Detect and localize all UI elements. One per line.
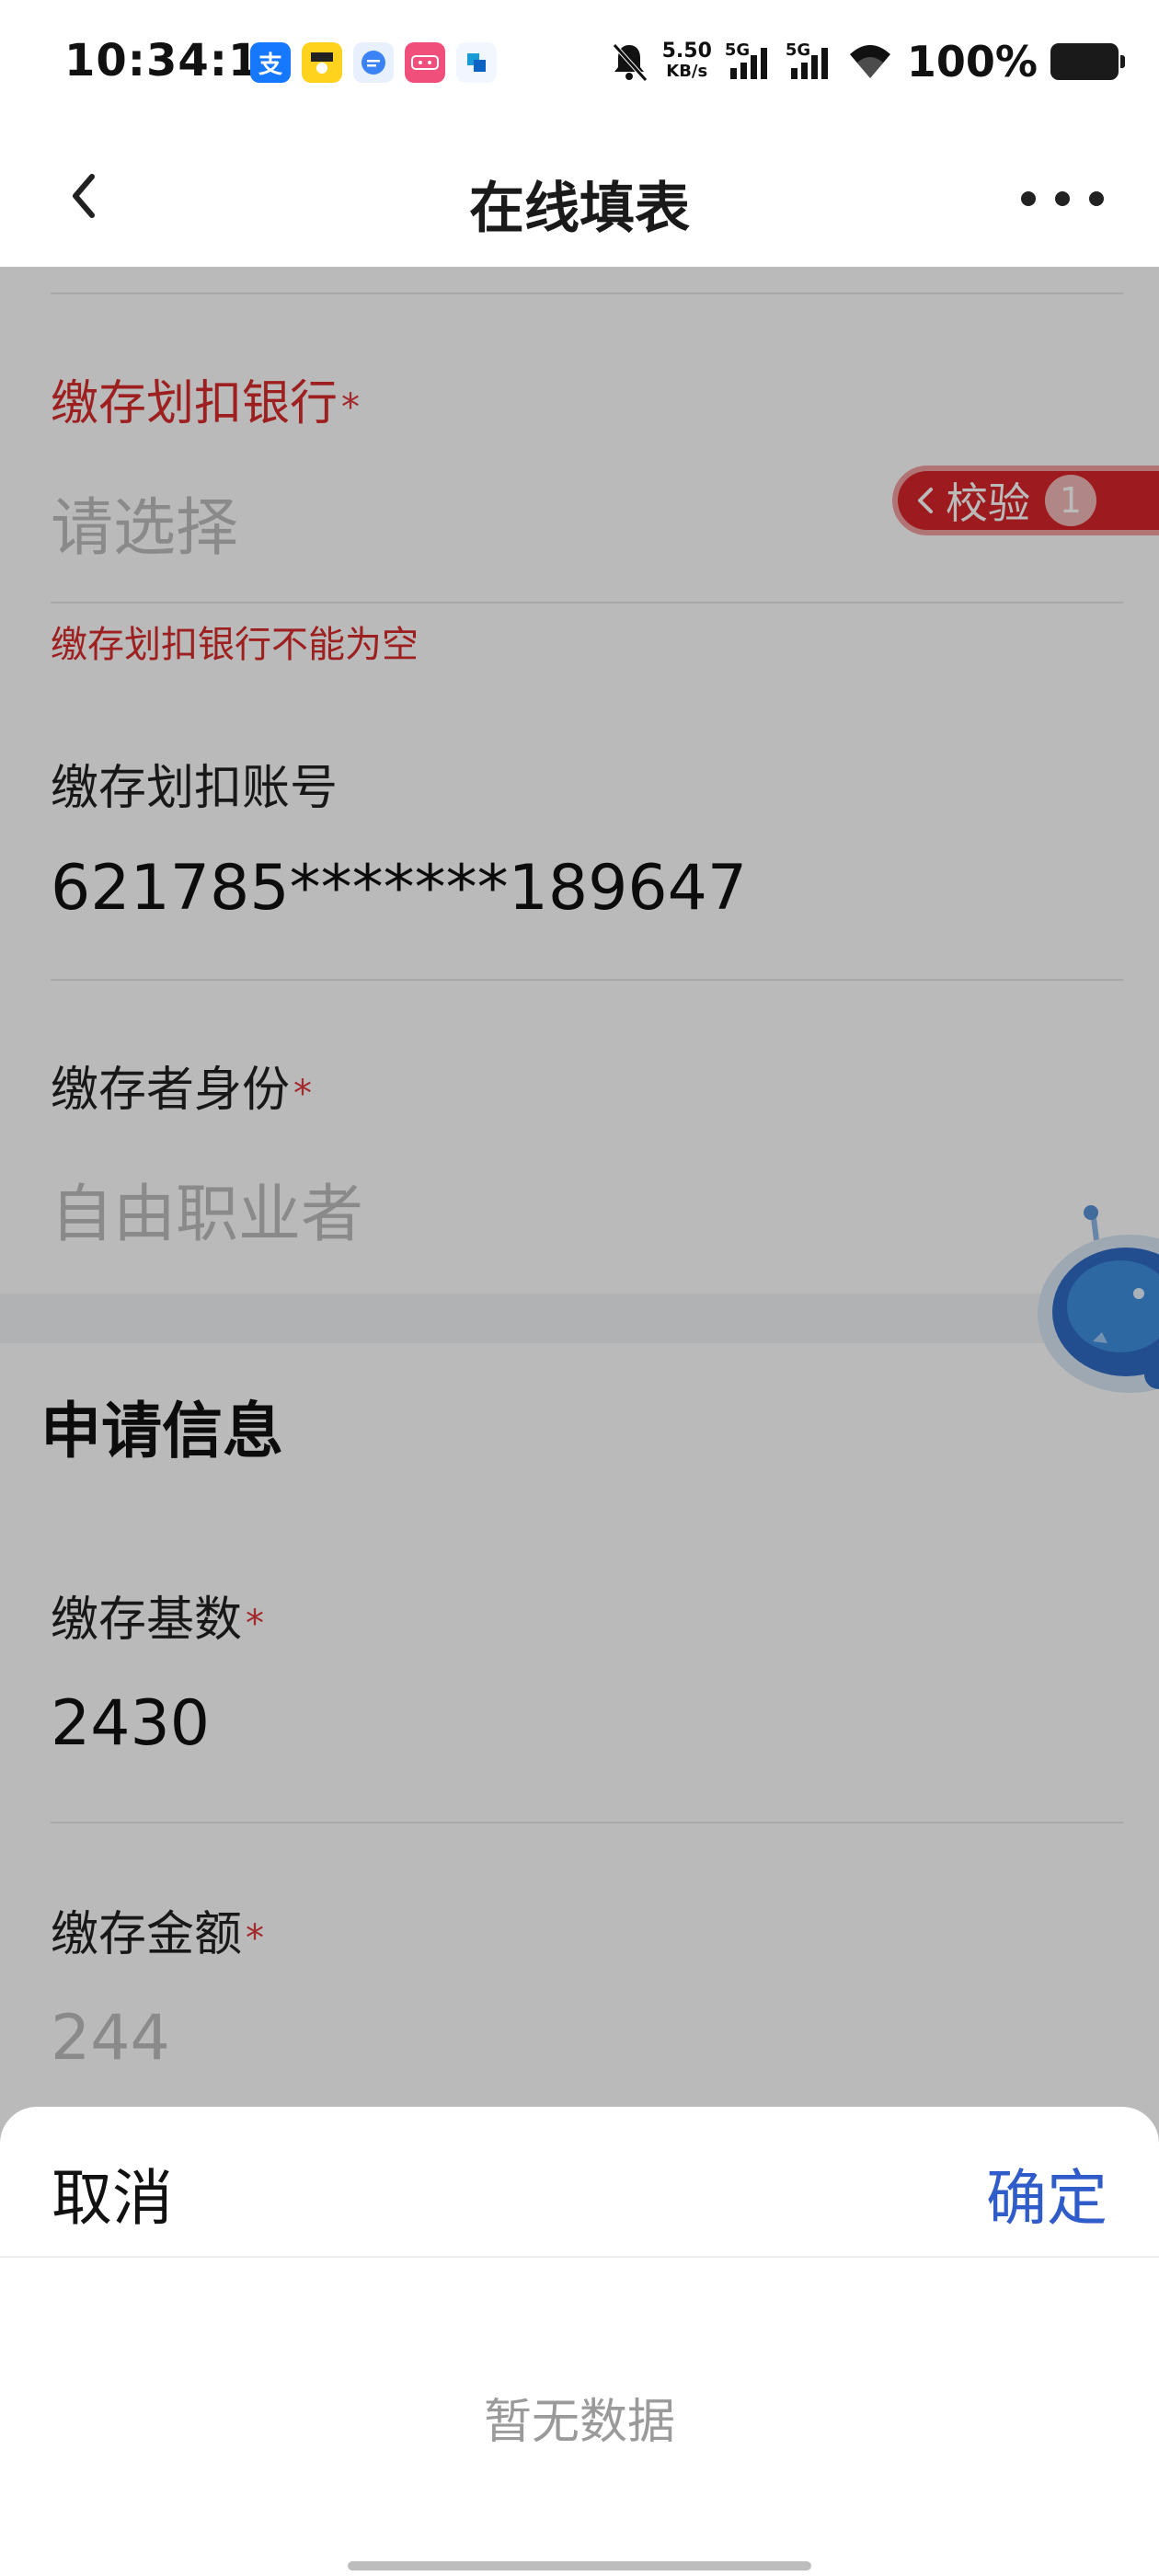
battery-icon <box>1050 43 1125 80</box>
battery-percent: 100% <box>906 37 1038 86</box>
signal-bars-icon <box>790 48 828 79</box>
net-speed-value: 5.50 <box>661 40 712 63</box>
cancel-button[interactable]: 取消 <box>52 2149 173 2237</box>
nav-bar: 在线填表 <box>0 125 1159 267</box>
signal-5g-1: 5G <box>725 40 773 83</box>
more-options-icon[interactable] <box>1021 180 1104 217</box>
mute-bell-icon <box>612 43 648 82</box>
app-blue-icon <box>456 42 497 83</box>
more-dot <box>1089 191 1104 206</box>
home-indicator[interactable] <box>348 2561 811 2570</box>
app-pink-icon <box>405 42 445 83</box>
alipay-icon: 支 <box>250 42 291 83</box>
status-indicators: 5.50 KB/s 5G 5G 100% <box>609 37 1125 86</box>
net-speed: 5.50 KB/s <box>662 41 712 82</box>
app-yellow-icon <box>302 42 342 83</box>
net-speed-unit: KB/s <box>666 62 708 81</box>
confirm-button[interactable]: 确定 <box>986 2149 1107 2237</box>
picker-bottom-sheet: 取消 确定 暂无数据 <box>0 2107 1159 2576</box>
notification-app-icons: 支 <box>250 42 497 83</box>
signal-5g-2: 5G <box>786 40 833 83</box>
signal-bars-icon <box>729 48 767 79</box>
wifi-icon <box>849 45 890 78</box>
status-bar: 10:34:18 支 5.50 KB/s 5G 5G 100% <box>0 0 1159 125</box>
sheet-header: 取消 确定 <box>0 2107 1159 2258</box>
more-dot <box>1021 191 1036 206</box>
empty-state-text: 暂无数据 <box>483 2395 675 2450</box>
more-dot <box>1055 191 1070 206</box>
app-chat-icon <box>353 42 394 83</box>
page-title: 在线填表 <box>469 177 690 241</box>
